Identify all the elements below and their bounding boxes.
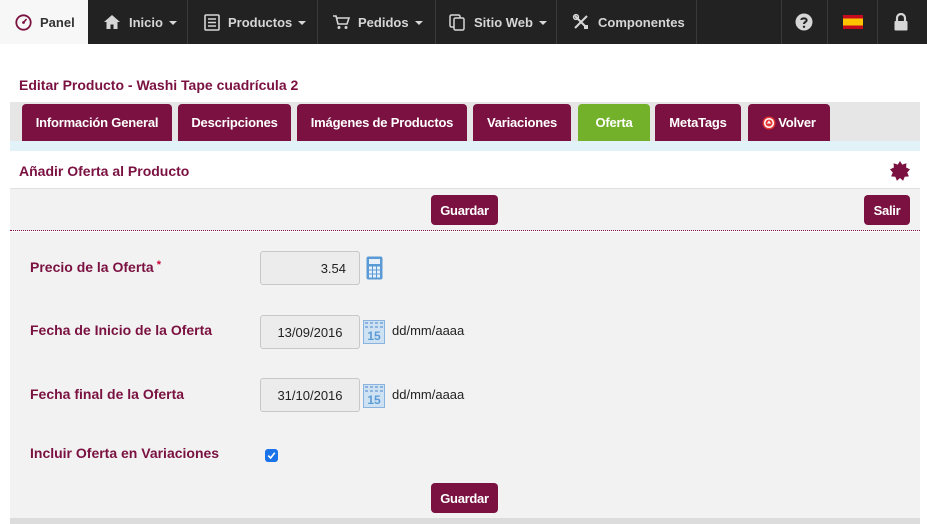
end-date-format: dd/mm/aaaa: [392, 387, 465, 402]
exit-button[interactable]: Salir: [864, 195, 910, 225]
start-date-label: Fecha de Inicio de la Oferta: [30, 322, 213, 338]
lock-button[interactable]: [879, 0, 923, 44]
nav-item-componentes[interactable]: Componentes: [572, 0, 685, 44]
nav-item-label: Inicio: [129, 14, 163, 30]
end-date-label: Fecha final de la Oferta: [30, 386, 185, 402]
nav-divider: [435, 0, 436, 44]
price-label: Precio de la Oferta *: [30, 259, 161, 275]
tab-content-strip: [10, 141, 920, 151]
nav-divider: [877, 0, 878, 44]
price-label-text: Precio de la Oferta: [30, 259, 154, 275]
tab-metatags[interactable]: MetaTags: [655, 104, 741, 141]
tab-imagenes-de-productos[interactable]: Imágenes de Productos: [297, 104, 467, 141]
calendar-start-icon[interactable]: 15: [363, 320, 385, 344]
calendar-day: 15: [367, 329, 381, 343]
tab-informacion-general[interactable]: Información General: [22, 104, 172, 141]
nav-divider: [696, 0, 697, 44]
chevron-down-icon: [538, 21, 547, 25]
start-date-input[interactable]: 13/09/2016: [260, 315, 360, 349]
tab-oferta[interactable]: Oferta: [578, 104, 650, 141]
products-icon: [204, 13, 220, 31]
offer-price-input[interactable]: 3.54: [260, 251, 360, 285]
language-button[interactable]: [831, 0, 875, 44]
nav-item-label: Productos: [228, 14, 293, 30]
calendar-end-icon[interactable]: 15: [363, 384, 385, 408]
nav-item-label: Pedidos: [358, 14, 409, 30]
home-icon: [104, 15, 120, 29]
tools-icon: [572, 13, 588, 29]
tab-variaciones[interactable]: Variaciones: [473, 104, 571, 141]
dashboard-icon: [15, 13, 32, 31]
nav-panel[interactable]: Panel: [0, 0, 88, 44]
check-icon: [267, 452, 276, 460]
page-title: Editar Producto - Washi Tape cuadrícula …: [19, 77, 299, 93]
help-button[interactable]: [782, 0, 826, 44]
nav-item-sitio-web[interactable]: Sitio Web: [449, 0, 547, 44]
calculator-icon[interactable]: [366, 256, 383, 280]
nav-item-pedidos[interactable]: Pedidos: [332, 0, 423, 44]
required-marker: *: [156, 259, 161, 271]
chevron-down-icon: [414, 21, 423, 25]
calendar-day: 15: [367, 393, 381, 407]
form-bottom-edge: [10, 518, 920, 524]
top-navbar: Panel Inicio Productos Pedidos Sitio Web…: [0, 0, 927, 44]
cart-icon: [333, 15, 350, 29]
nav-divider: [317, 0, 318, 44]
nav-item-productos[interactable]: Productos: [204, 0, 307, 44]
nav-divider: [556, 0, 557, 44]
tab-descripciones[interactable]: Descripciones: [178, 104, 291, 141]
save-button-bottom[interactable]: Guardar: [431, 483, 498, 513]
nav-panel-label: Panel: [40, 14, 75, 30]
copy-icon: [449, 13, 465, 31]
include-variations-label: Incluir Oferta en Variaciones: [30, 445, 220, 461]
save-button[interactable]: Guardar: [431, 195, 498, 225]
section-title: Añadir Oferta al Producto: [19, 163, 190, 179]
gear-badge-icon: [890, 161, 910, 181]
nav-divider: [187, 0, 188, 44]
chevron-down-icon: [298, 21, 307, 25]
chevron-down-icon: [168, 21, 177, 25]
back-icon: [762, 116, 776, 129]
tab-volver-label: Volver: [778, 115, 816, 130]
lock-icon: [894, 13, 908, 31]
end-date-input[interactable]: 31/10/2016: [260, 378, 360, 412]
start-date-format: dd/mm/aaaa: [392, 323, 465, 338]
help-icon: [795, 13, 813, 31]
tab-volver[interactable]: Volver: [748, 104, 830, 141]
nav-item-label: Componentes: [598, 14, 685, 30]
nav-item-label: Sitio Web: [474, 14, 533, 30]
spain-flag-icon: [843, 15, 863, 29]
nav-item-inicio[interactable]: Inicio: [103, 0, 177, 44]
include-variations-checkbox[interactable]: [265, 449, 278, 462]
nav-divider: [827, 0, 828, 44]
